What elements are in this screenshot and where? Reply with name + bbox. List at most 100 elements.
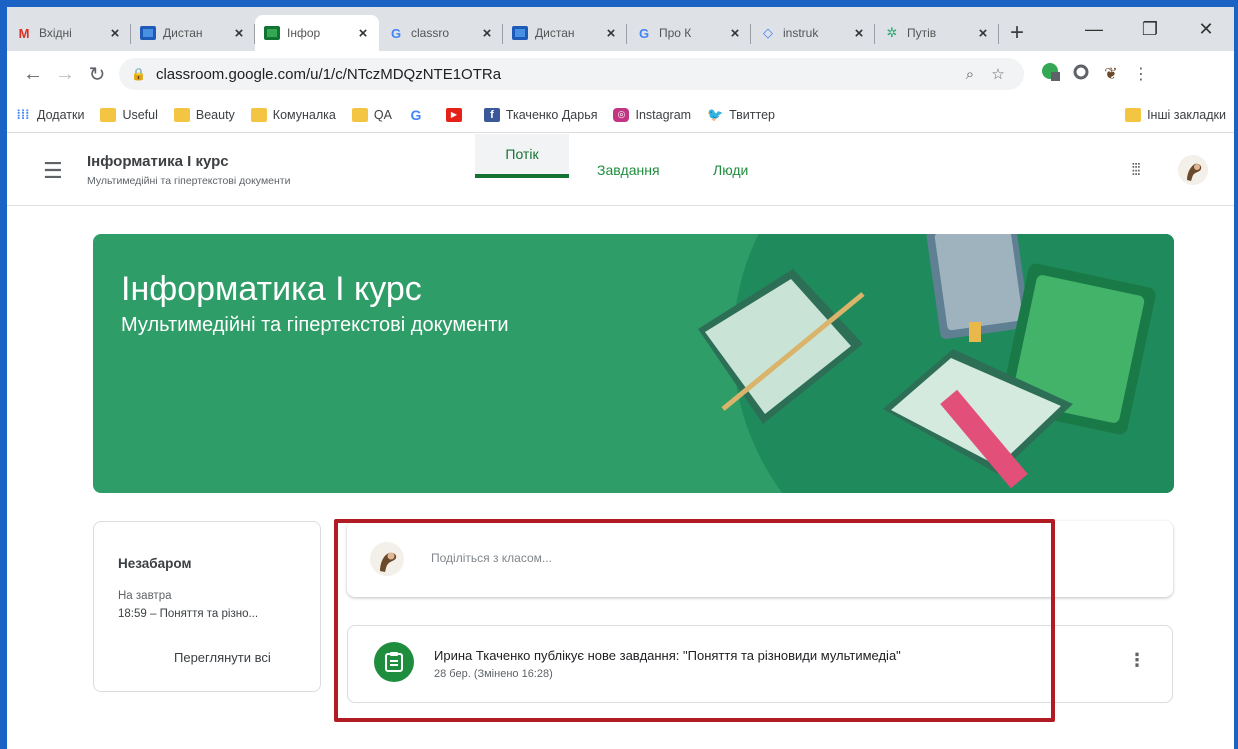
folder-icon: [173, 107, 190, 122]
bookmark-label: Useful: [122, 107, 158, 122]
course-section: Мультимедійні та гіпертекстові документи: [87, 175, 291, 187]
apps-icon: ⁞⁞⁞: [16, 107, 30, 122]
browser-menu-icon[interactable]: ⋮: [1126, 64, 1156, 84]
profile-avatar-icon[interactable]: ❦: [1096, 64, 1126, 84]
tab-close-icon[interactable]: ×: [603, 25, 619, 42]
browser-toolbar: ← → ↻ 🔒 classroom.google.com/u/1/c/NTczM…: [7, 51, 1234, 97]
close-window-icon[interactable]: ✕: [1178, 19, 1234, 40]
tab-close-icon[interactable]: ×: [231, 25, 247, 42]
google-icon: G: [390, 25, 402, 41]
browser-tab-guide[interactable]: ✲ Путів ×: [875, 15, 999, 51]
tab-close-icon[interactable]: ×: [975, 25, 991, 42]
bookmark-label: Beauty: [195, 107, 235, 122]
instagram-icon: ◎: [613, 107, 630, 122]
tab-title: Дистан: [535, 26, 575, 40]
google-apps-icon[interactable]: ⁞⁞⁞: [1131, 160, 1141, 180]
tab-close-icon[interactable]: ×: [107, 25, 123, 42]
bookmark-label: Instagram: [635, 107, 692, 122]
tab-title: Дистан: [163, 26, 203, 40]
youtube-icon: ▶: [445, 107, 462, 122]
new-tab-button[interactable]: +: [999, 15, 1035, 51]
bookmark-label: Додатки: [37, 107, 85, 122]
tab-people[interactable]: Люди: [713, 162, 748, 178]
bookmark-label: Інші закладки: [1147, 107, 1226, 122]
banner-subtitle: Мультимедійні та гіпертекстові документи: [121, 314, 509, 336]
twitter-icon: 🐦: [706, 106, 724, 122]
account-avatar[interactable]: [1177, 154, 1209, 186]
bookmark-label: Комуналка: [272, 107, 336, 122]
bookmark-qa[interactable]: QA: [351, 107, 392, 122]
more-options-icon[interactable]: ⋮: [1128, 650, 1146, 671]
post-title[interactable]: Ирина Ткаченко публікує нове завдання: "…: [434, 648, 901, 663]
extension-shield-icon[interactable]: [1036, 62, 1066, 87]
share-with-class-box[interactable]: Поділіться з класом...: [347, 521, 1173, 597]
address-bar[interactable]: 🔒 classroom.google.com/u/1/c/NTczMDQzNTE…: [119, 58, 1024, 90]
bookmark-utilities[interactable]: Комуналка: [250, 107, 336, 122]
browser-tab-classroom-search[interactable]: G classro ×: [379, 15, 503, 51]
gmail-icon: M: [18, 25, 30, 41]
bookmark-google[interactable]: G: [408, 107, 430, 123]
browser-tab-distance-1[interactable]: Дистан ×: [131, 15, 255, 51]
bookmark-useful[interactable]: Useful: [100, 107, 158, 122]
folder-icon: [1125, 107, 1142, 122]
upcoming-card: Незабаром На завтра 18:59 – Поняття та р…: [93, 521, 321, 692]
course-title[interactable]: Інформатика І курс: [87, 153, 229, 170]
tab-classwork[interactable]: Завдання: [597, 162, 660, 178]
upcoming-due-label: На завтра: [118, 590, 172, 602]
assignment-icon: [374, 642, 414, 682]
course-banner: Інформатика І курс Мультимедійні та гіпе…: [93, 234, 1174, 493]
browser-tab-gmail[interactable]: M Вхідні ×: [7, 15, 131, 51]
bookmark-youtube[interactable]: ▶: [445, 107, 468, 122]
facebook-icon: f: [483, 107, 500, 122]
browser-tab-distance-2[interactable]: Дистан ×: [503, 15, 627, 51]
tab-close-icon[interactable]: ×: [355, 25, 371, 42]
folder-icon: [250, 107, 267, 122]
tab-title: Інфор: [287, 26, 321, 40]
bookmark-twitter[interactable]: 🐦 Твиттер: [706, 106, 775, 122]
upcoming-title: Незабаром: [118, 556, 192, 571]
upcoming-assignment-link[interactable]: 18:59 – Поняття та різно...: [118, 608, 258, 620]
tab-title: instruk: [783, 26, 819, 40]
tab-title: Вхідні: [39, 26, 72, 40]
classroom-header: ☰ Інформатика І курс Мультимедійні та гі…: [7, 134, 1234, 206]
tab-close-icon[interactable]: ×: [479, 25, 495, 42]
bookmarks-bar: ⁞⁞⁞ Додатки Useful Beauty Комуналка QA G…: [7, 97, 1234, 133]
folder-icon: [351, 107, 368, 122]
bookmark-apps[interactable]: ⁞⁞⁞ Додатки: [15, 107, 85, 122]
window-controls: — ❐ ✕: [1066, 7, 1234, 51]
user-avatar: [370, 542, 404, 576]
browser-tab-informatics[interactable]: Інфор ×: [255, 15, 379, 51]
banner-title: Інформатика І курс: [121, 270, 422, 308]
minimize-icon[interactable]: —: [1066, 19, 1122, 40]
stream-post[interactable]: Ирина Ткаченко публікує нове завдання: "…: [347, 625, 1173, 703]
bookmark-label: Ткаченко Дарья: [505, 107, 598, 122]
tab-title: Путів: [907, 26, 937, 40]
reload-icon[interactable]: ↻: [81, 62, 113, 87]
zoom-icon[interactable]: ⌕: [956, 66, 984, 83]
guide-icon: ✲: [886, 25, 898, 40]
bookmark-beauty[interactable]: Beauty: [173, 107, 235, 122]
browser-tab-instruction[interactable]: ◇ instruk ×: [751, 15, 875, 51]
bookmark-star-icon[interactable]: ☆: [984, 65, 1012, 83]
view-all-button[interactable]: Переглянути всі: [174, 650, 271, 665]
post-date: 28 бер. (Змінено 16:28): [434, 668, 553, 680]
diamond-icon: ◇: [763, 25, 773, 40]
lock-icon: 🔒: [131, 67, 146, 81]
bookmark-instagram[interactable]: ◎ Instagram: [613, 107, 692, 122]
forward-icon[interactable]: →: [49, 63, 81, 86]
tab-stream[interactable]: Потік: [475, 134, 569, 178]
browser-tab-about[interactable]: G Про К ×: [627, 15, 751, 51]
bookmark-label: QA: [373, 107, 392, 122]
restore-icon[interactable]: ❐: [1122, 19, 1178, 40]
url-text: classroom.google.com/u/1/c/NTczMDQzNTE1O…: [155, 65, 502, 83]
tab-close-icon[interactable]: ×: [727, 25, 743, 42]
google-icon: G: [638, 25, 650, 41]
tab-title: Про К: [659, 26, 692, 40]
back-icon[interactable]: ←: [17, 63, 49, 86]
bookmark-facebook[interactable]: f Ткаченко Дарья: [483, 107, 598, 122]
bookmark-other[interactable]: Інші закладки: [1125, 107, 1226, 122]
tab-close-icon[interactable]: ×: [851, 25, 867, 42]
extension-circle-icon[interactable]: [1066, 63, 1096, 86]
hamburger-menu-icon[interactable]: ☰: [43, 158, 63, 184]
browser-tab-strip: M Вхідні × Дистан × Інфор × G classro × …: [7, 7, 1234, 51]
